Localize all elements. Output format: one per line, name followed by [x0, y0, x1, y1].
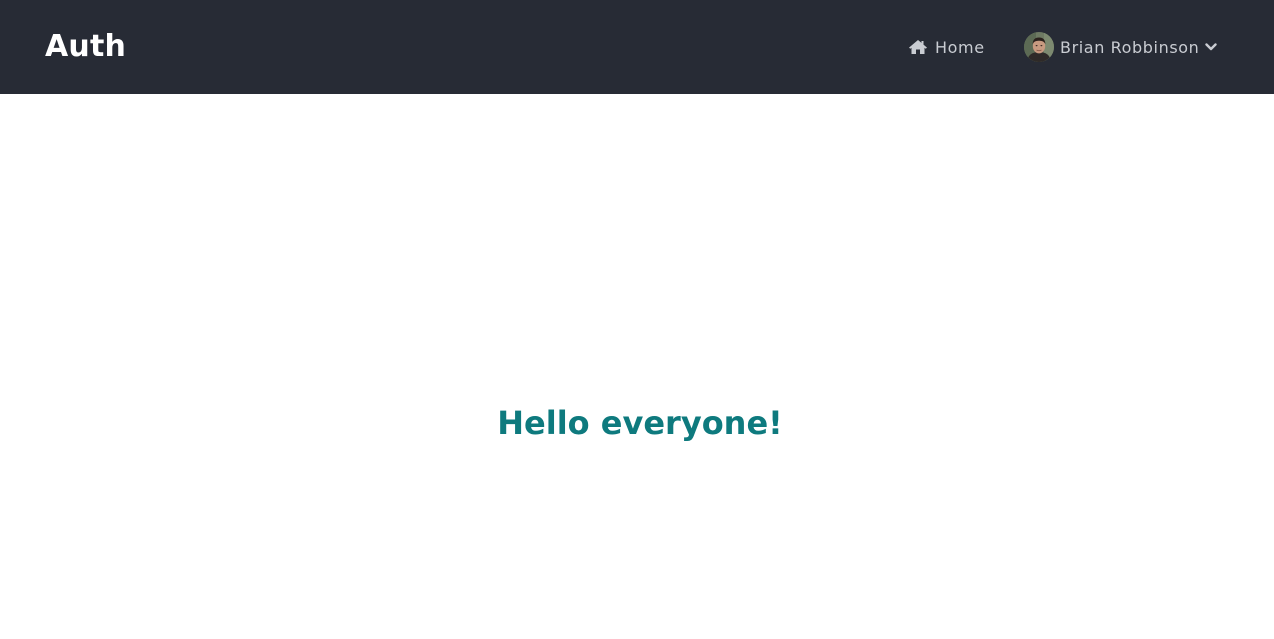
- nav-home-label: Home: [935, 37, 985, 57]
- user-menu-dropdown[interactable]: Brian Robbinson: [1024, 32, 1218, 62]
- top-navbar: Auth Home Brian Robbinson: [0, 0, 1274, 94]
- nav-home-link[interactable]: Home: [908, 34, 985, 60]
- avatar: [1024, 32, 1054, 62]
- page-heading: Hello everyone!: [497, 404, 783, 442]
- brand-logo-link[interactable]: Auth: [45, 27, 126, 67]
- chevron-down-icon: [1205, 42, 1218, 52]
- user-name-label: Brian Robbinson: [1060, 37, 1200, 57]
- home-icon: [909, 40, 927, 54]
